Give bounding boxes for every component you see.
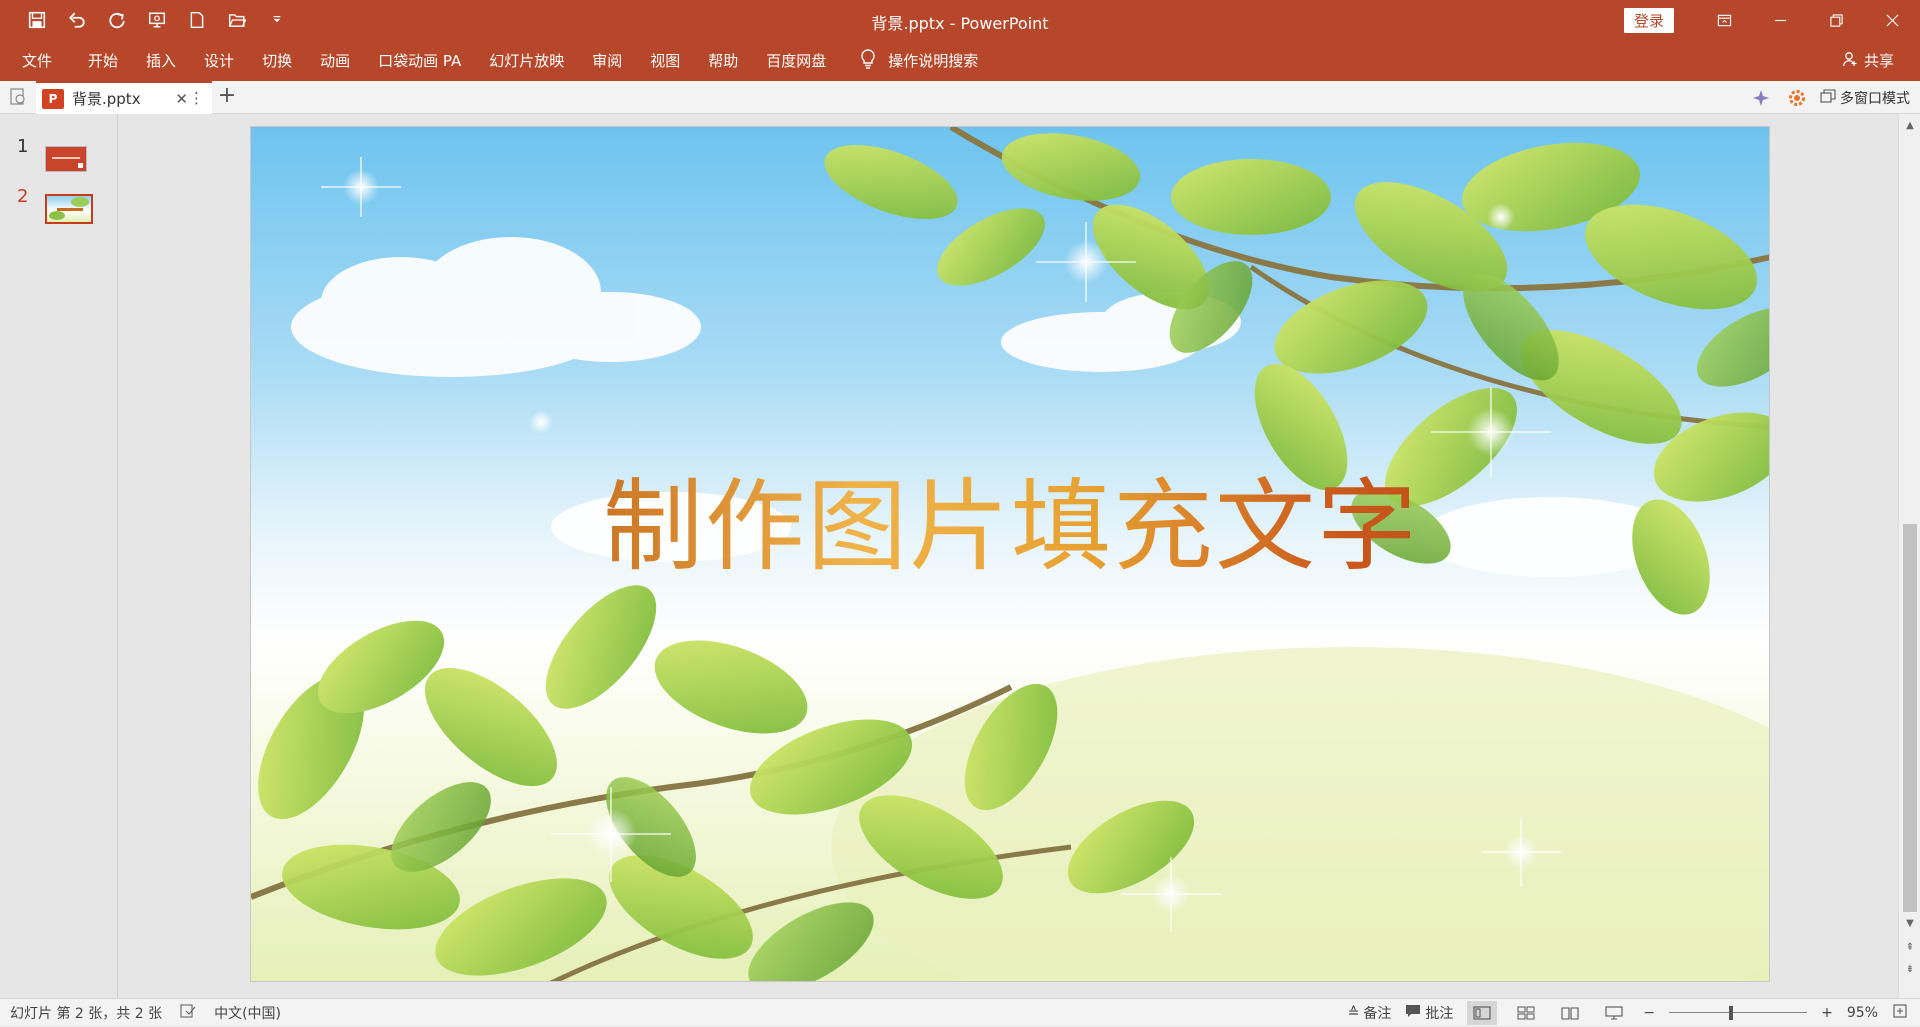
slide-title-text[interactable]: 制作图片填充文字 — [251, 445, 1769, 590]
notes-icon: ≙ — [1347, 1005, 1360, 1021]
undo-icon[interactable] — [60, 5, 94, 35]
document-list-icon[interactable] — [8, 87, 28, 107]
vertical-scrollbar[interactable]: ▲ ▼ ⇞ ⇟ — [1898, 114, 1920, 998]
comment-icon — [1405, 1004, 1421, 1022]
restore-icon[interactable] — [1808, 0, 1864, 40]
zoom-in-button[interactable]: + — [1821, 1005, 1833, 1021]
tab-help[interactable]: 帮助 — [694, 40, 752, 81]
tab-baidu-netdisk[interactable]: 百度网盘 — [752, 40, 840, 81]
scroll-up-icon[interactable]: ▲ — [1899, 116, 1920, 134]
title-bar: 背景.pptx - PowerPoint 登录 — [0, 0, 1920, 40]
redo-icon[interactable] — [100, 5, 134, 35]
status-bar: 幻灯片 第 2 张，共 2 张 中文(中国) ≙ 备注 批注 − + 95% — [0, 998, 1920, 1026]
document-tab-bar: P 背景.pptx ✕ ⋮ + 多窗口模式 — [0, 81, 1920, 114]
add-tab-icon[interactable]: + — [214, 84, 240, 110]
reading-view-icon[interactable] — [1555, 1001, 1585, 1025]
ribbon-display-options-icon[interactable] — [1696, 0, 1752, 40]
multi-window-label: 多窗口模式 — [1840, 90, 1910, 107]
spellcheck-icon[interactable] — [180, 1003, 196, 1022]
slide-sorter-view-icon[interactable] — [1511, 1001, 1541, 1025]
settings-gear-icon[interactable] — [1784, 85, 1810, 111]
scroll-down-icon[interactable]: ▼ — [1899, 914, 1920, 932]
tab-more-icon[interactable]: ⋮ — [189, 89, 204, 107]
slide-info: 幻灯片 第 2 张，共 2 张 — [10, 1005, 163, 1022]
ribbon-tabs: 文件 开始 插入 设计 切换 动画 口袋动画 PA 幻灯片放映 审阅 视图 帮助… — [0, 40, 1920, 81]
present-icon[interactable] — [140, 5, 174, 35]
zoom-level[interactable]: 95% — [1847, 1005, 1878, 1021]
tab-design[interactable]: 设计 — [190, 40, 248, 81]
minimize-icon[interactable] — [1752, 0, 1808, 40]
fit-to-window-icon[interactable] — [1892, 1003, 1908, 1023]
new-icon[interactable] — [180, 5, 214, 35]
tab-insert[interactable]: 插入 — [132, 40, 190, 81]
document-tab[interactable]: P 背景.pptx ✕ ⋮ — [36, 81, 212, 114]
next-slide-icon[interactable]: ⇟ — [1899, 960, 1920, 978]
zoom-slider-track — [1669, 1012, 1808, 1013]
slide-thumbnail-1[interactable]: 1 — [0, 132, 118, 172]
close-tab-icon[interactable]: ✕ — [175, 90, 188, 108]
document-bar-tools: 多窗口模式 — [1748, 81, 1910, 114]
share-label: 共享 — [1863, 52, 1894, 70]
tab-review[interactable]: 审阅 — [578, 40, 636, 81]
magic-icon[interactable] — [1748, 85, 1774, 111]
zoom-slider-knob[interactable] — [1729, 1006, 1734, 1020]
scrollbar-thumb[interactable] — [1903, 524, 1917, 912]
person-icon — [1842, 51, 1858, 71]
tab-home[interactable]: 开始 — [74, 40, 132, 81]
slideshow-view-icon[interactable] — [1599, 1001, 1629, 1025]
slide-number: 1 — [17, 136, 29, 157]
slide-thumbnail-pane: 1 2 — [0, 114, 118, 998]
save-icon[interactable] — [20, 5, 54, 35]
comments-button[interactable]: 批注 — [1405, 1003, 1453, 1023]
open-icon[interactable] — [220, 5, 254, 35]
status-right: ≙ 备注 批注 − + 95% — [1348, 999, 1908, 1027]
multi-window-icon — [1820, 88, 1836, 107]
status-left: 幻灯片 第 2 张，共 2 张 中文(中国) — [0, 1003, 281, 1023]
document-tab-label: 背景.pptx — [72, 90, 141, 108]
zoom-slider[interactable] — [1669, 1003, 1808, 1023]
tab-slideshow[interactable]: 幻灯片放映 — [475, 40, 578, 81]
slide-thumbnail-image — [45, 194, 93, 224]
slide-thumbnail-image — [45, 146, 87, 172]
lightbulb-icon — [860, 48, 876, 73]
tell-me-label: 操作说明搜索 — [888, 52, 979, 70]
normal-view-icon[interactable] — [1467, 1001, 1498, 1025]
current-slide[interactable]: 制作图片填充文字 — [250, 126, 1770, 982]
slide-number: 2 — [17, 186, 29, 207]
zoom-out-button[interactable]: − — [1643, 1005, 1655, 1021]
tab-view[interactable]: 视图 — [636, 40, 694, 81]
language-indicator[interactable]: 中文(中国) — [214, 1003, 281, 1023]
slide-editor: 制作图片填充文字 — [118, 114, 1898, 998]
tab-pocket-animation[interactable]: 口袋动画 PA — [364, 40, 475, 81]
close-icon[interactable] — [1864, 0, 1920, 40]
tab-animations[interactable]: 动画 — [306, 40, 364, 81]
login-button[interactable]: 登录 — [1623, 7, 1674, 33]
notes-label: 备注 — [1363, 1006, 1392, 1022]
tab-file[interactable]: 文件 — [0, 40, 74, 81]
title-bar-controls: 登录 — [1623, 0, 1920, 40]
powerpoint-file-icon: P — [42, 88, 64, 109]
slide-thumbnail-2[interactable]: 2 — [0, 182, 118, 224]
tell-me-search[interactable]: 操作说明搜索 — [840, 48, 979, 73]
tab-transitions[interactable]: 切换 — [248, 40, 306, 81]
comments-label: 批注 — [1425, 1006, 1454, 1022]
previous-slide-icon[interactable]: ⇞ — [1899, 938, 1920, 956]
notes-button[interactable]: ≙ 备注 — [1348, 1003, 1392, 1023]
customize-icon[interactable] — [260, 5, 294, 35]
share-button[interactable]: 共享 — [1842, 40, 1894, 81]
quick-access-toolbar — [0, 0, 294, 40]
multi-window-mode-button[interactable]: 多窗口模式 — [1820, 88, 1910, 108]
